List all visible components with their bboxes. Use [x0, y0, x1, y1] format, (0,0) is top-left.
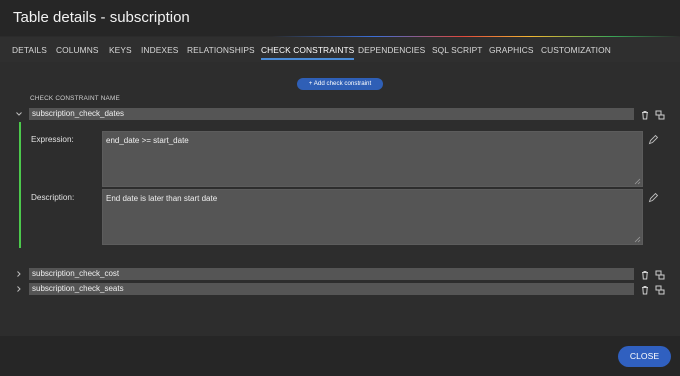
expanded-indicator — [19, 122, 21, 248]
tab-details[interactable]: DETAILS — [12, 45, 47, 55]
tab-relationships[interactable]: RELATIONSHIPS — [187, 45, 255, 55]
edit-expression-icon[interactable] — [647, 133, 659, 145]
chevron-right-icon[interactable] — [15, 285, 23, 293]
duplicate-icon[interactable] — [654, 268, 666, 280]
expression-textarea[interactable]: end_date >= start_date — [102, 131, 643, 187]
constraint-name-input[interactable]: subscription_check_seats — [29, 283, 634, 295]
expression-value: end_date >= start_date — [106, 136, 189, 145]
tab-check-constraints[interactable]: CHECK CONSTRAINTS — [261, 45, 355, 60]
title-bar: Table details - subscription — [0, 0, 680, 36]
constraint-name-input[interactable]: subscription_check_dates — [29, 108, 634, 120]
duplicate-icon[interactable] — [654, 108, 666, 120]
resize-grip-icon[interactable] — [634, 236, 641, 243]
trash-icon[interactable] — [639, 268, 651, 280]
description-label: Description: — [31, 193, 75, 202]
close-button[interactable]: CLOSE — [618, 346, 671, 367]
tab-columns[interactable]: COLUMNS — [56, 45, 99, 55]
description-textarea[interactable]: End date is later than start date — [102, 189, 643, 245]
constraint-name-header: CHECK CONSTRAINT NAME — [30, 95, 121, 102]
add-check-constraint-button[interactable]: + Add check constraint — [297, 78, 383, 90]
tab-indexes[interactable]: INDEXES — [141, 45, 178, 55]
trash-icon[interactable] — [639, 283, 651, 295]
tab-customization[interactable]: CUSTOMIZATION — [541, 45, 611, 55]
chevron-down-icon[interactable] — [15, 110, 23, 118]
tab-dependencies[interactable]: DEPENDENCIES — [358, 45, 425, 55]
tab-sql-script[interactable]: SQL SCRIPT — [432, 45, 483, 55]
description-value: End date is later than start date — [106, 194, 218, 203]
duplicate-icon[interactable] — [654, 283, 666, 295]
edit-description-icon[interactable] — [647, 191, 659, 203]
trash-icon[interactable] — [639, 108, 651, 120]
resize-grip-icon[interactable] — [634, 178, 641, 185]
window-title: Table details - subscription — [13, 9, 190, 26]
tab-keys[interactable]: KEYS — [109, 45, 132, 55]
tab-graphics[interactable]: GRAPHICS — [489, 45, 534, 55]
dialog-footer — [0, 336, 680, 376]
constraint-name-input[interactable]: subscription_check_cost — [29, 268, 634, 280]
tab-bar: DETAILS COLUMNS KEYS INDEXES RELATIONSHI… — [0, 37, 680, 62]
expression-label: Expression: — [31, 135, 74, 144]
chevron-right-icon[interactable] — [15, 270, 23, 278]
